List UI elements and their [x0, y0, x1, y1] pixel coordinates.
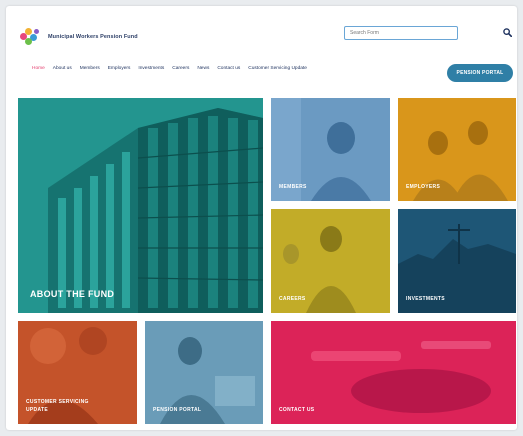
- tile-portal-label: PENSION PORTAL: [153, 406, 202, 413]
- search-button[interactable]: [500, 25, 514, 39]
- nav-item-members[interactable]: Members: [80, 66, 100, 71]
- nav-item-about-us[interactable]: About us: [53, 66, 72, 71]
- tile-members-label: MEMBERS: [279, 183, 307, 190]
- main-nav: Home About us Members Employers Investments C…: [32, 66, 307, 71]
- tile-investments[interactable]: INVESTMENTS: [398, 209, 516, 313]
- tile-customer-label-line2: UPDATE: [26, 406, 48, 413]
- building-image: [18, 98, 263, 313]
- nav-item-careers[interactable]: Careers: [172, 66, 189, 71]
- tile-careers[interactable]: CAREERS: [271, 209, 390, 313]
- site-logo[interactable]: Municipal Workers Pension Fund: [20, 28, 138, 46]
- search-placeholder: Search Form: [350, 30, 379, 36]
- tile-pension-portal[interactable]: PENSION PORTAL: [145, 321, 263, 424]
- tile-employers-label: EMPLOYERS: [406, 183, 441, 190]
- tile-employers[interactable]: EMPLOYERS: [398, 98, 516, 201]
- nav-item-contact-us[interactable]: Contact us: [217, 66, 240, 71]
- tile-customer-servicing[interactable]: CUSTOMER SERVICING UPDATE: [18, 321, 137, 424]
- logo-mark-icon: [20, 28, 44, 46]
- tile-members[interactable]: MEMBERS: [271, 98, 390, 201]
- tile-investments-label: INVESTMENTS: [406, 295, 445, 302]
- nav-item-investments[interactable]: Investments: [138, 66, 164, 71]
- search-icon: [502, 27, 512, 37]
- nav-item-home[interactable]: Home: [32, 66, 45, 71]
- tile-contact-us[interactable]: CONTACT US: [271, 321, 516, 424]
- nav-item-customer-servicing-update[interactable]: Customer Servicing Update: [248, 66, 307, 71]
- tile-about-the-fund[interactable]: ABOUT THE FUND: [18, 98, 263, 313]
- nav-item-employers[interactable]: Employers: [108, 66, 131, 71]
- logo-text: Municipal Workers Pension Fund: [48, 34, 138, 40]
- pension-portal-button[interactable]: PENSION PORTAL: [447, 64, 513, 82]
- site-frame: Municipal Workers Pension Fund Search Fo…: [6, 6, 517, 430]
- tile-customer-label-line1: CUSTOMER SERVICING: [26, 399, 89, 405]
- tile-about-label: ABOUT THE FUND: [30, 288, 115, 299]
- tile-customer-label: CUSTOMER SERVICING UPDATE: [26, 399, 89, 414]
- tile-careers-label: CAREERS: [279, 295, 306, 302]
- tile-contact-label: CONTACT US: [279, 406, 315, 413]
- nav-item-news[interactable]: News: [197, 66, 209, 71]
- search-input[interactable]: Search Form: [344, 26, 458, 40]
